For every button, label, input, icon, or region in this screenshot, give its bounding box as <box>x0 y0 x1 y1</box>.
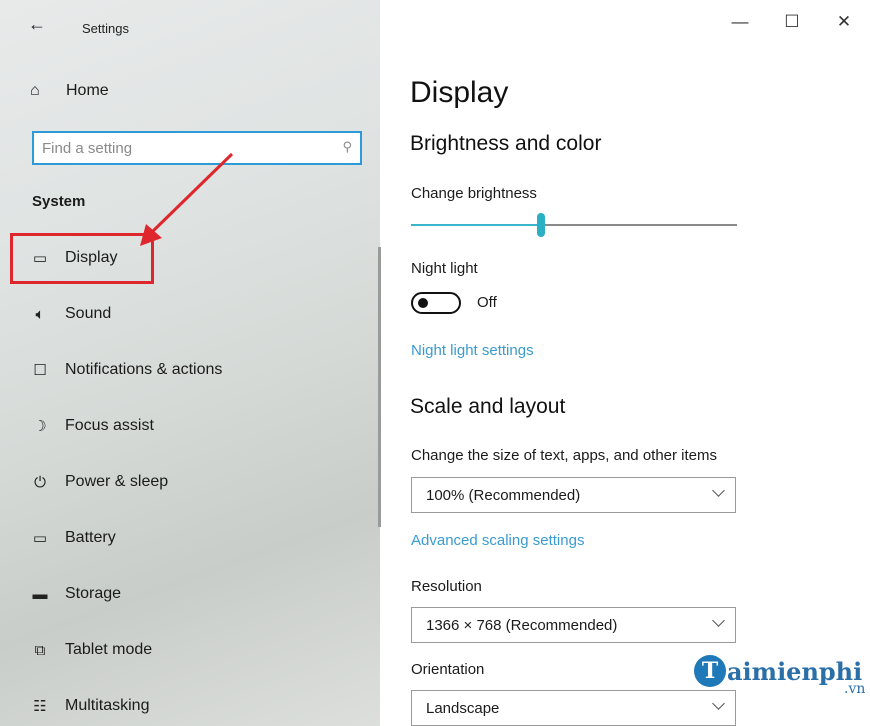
sidebar-item-label: Tablet mode <box>65 641 153 658</box>
chevron-down-icon <box>712 484 725 497</box>
brightness-slider[interactable] <box>411 213 737 237</box>
scale-section-title: Scale and layout <box>410 395 566 418</box>
brightness-section-title: Brightness and color <box>410 132 602 155</box>
home-nav-item[interactable]: ⌂ Home <box>30 82 109 100</box>
resolution-label: Resolution <box>411 578 482 595</box>
night-light-state: Off <box>477 294 497 311</box>
night-light-settings-link[interactable]: Night light settings <box>411 342 534 359</box>
storage-icon: ▬ <box>32 585 48 603</box>
watermark-text: aimienphi <box>727 656 863 686</box>
orientation-label: Orientation <box>411 661 485 678</box>
sidebar-item-label: Multitasking <box>65 697 150 714</box>
sidebar-item-tablet-mode[interactable]: ⧉ Tablet mode <box>0 622 380 678</box>
watermark-logo: T aimienphi .vn <box>694 655 865 697</box>
sidebar-item-battery[interactable]: ▭ Battery <box>0 510 380 566</box>
sidebar: ← Settings ⌂ Home ⚲ System ▭ Display 🔈︎ … <box>0 0 381 726</box>
toggle-knob <box>418 298 428 308</box>
notification-icon: ☐ <box>33 362 47 379</box>
search-box[interactable]: ⚲ <box>32 131 362 165</box>
slider-fill <box>411 224 541 226</box>
sidebar-item-display[interactable]: ▭ Display <box>0 230 380 286</box>
sidebar-item-label: Display <box>65 249 118 266</box>
sidebar-item-sound[interactable]: 🔈︎ Sound <box>0 286 380 342</box>
speaker-icon: 🔈︎ <box>35 305 45 323</box>
title-bar: ← Settings <box>0 0 380 58</box>
back-arrow-icon[interactable]: ← <box>28 14 46 35</box>
sidebar-nav: ▭ Display 🔈︎ Sound ☐ Notifications & act… <box>0 230 380 726</box>
close-icon[interactable]: ✕ <box>818 12 870 32</box>
night-light-label: Night light <box>411 260 478 277</box>
scale-dropdown[interactable]: 100% (Recommended) <box>411 477 736 513</box>
chevron-down-icon <box>712 614 725 627</box>
brightness-label: Change brightness <box>411 185 537 202</box>
search-icon[interactable]: ⚲ <box>342 139 352 155</box>
multitasking-icon: ☷ <box>33 698 47 715</box>
app-title: Settings <box>82 21 129 36</box>
scale-value: 100% (Recommended) <box>426 486 581 504</box>
watermark-letter: T <box>694 655 726 687</box>
slider-thumb[interactable] <box>537 213 545 237</box>
sidebar-item-label: Focus assist <box>65 417 154 434</box>
sidebar-item-notifications[interactable]: ☐ Notifications & actions <box>0 342 380 398</box>
sidebar-item-focus-assist[interactable]: ☽ Focus assist <box>0 398 380 454</box>
tablet-icon: ⧉ <box>34 641 46 659</box>
sidebar-item-power-sleep[interactable]: ⏻ Power & sleep <box>0 454 380 510</box>
maximize-icon[interactable]: ☐ <box>766 12 818 32</box>
battery-icon: ▭ <box>32 530 48 547</box>
sidebar-item-label: Sound <box>65 305 112 322</box>
sidebar-item-label: Power & sleep <box>65 473 169 490</box>
scale-label: Change the size of text, apps, and other… <box>411 447 718 464</box>
advanced-scaling-link[interactable]: Advanced scaling settings <box>411 532 584 549</box>
orientation-value: Landscape <box>426 699 500 717</box>
sidebar-item-multitasking[interactable]: ☷ Multitasking <box>0 678 380 726</box>
section-title-system: System <box>32 193 86 210</box>
minimize-icon[interactable]: — <box>714 12 766 32</box>
night-light-toggle[interactable] <box>411 292 461 314</box>
moon-icon: ☽ <box>33 418 47 435</box>
sidebar-item-label: Storage <box>65 585 122 602</box>
power-icon: ⏻ <box>34 473 46 491</box>
page-title: Display <box>410 76 509 109</box>
resolution-value: 1366 × 768 (Recommended) <box>426 616 618 634</box>
monitor-icon: ▭ <box>32 250 48 267</box>
home-icon: ⌂ <box>30 82 40 99</box>
window-controls: — ☐ ✕ <box>714 12 870 32</box>
orientation-dropdown[interactable]: Landscape <box>411 690 736 726</box>
search-input[interactable] <box>34 133 324 163</box>
sidebar-item-label: Battery <box>65 529 116 546</box>
home-label: Home <box>66 82 109 99</box>
main-panel: — ☐ ✕ Display Brightness and color Chang… <box>381 0 870 726</box>
resolution-dropdown[interactable]: 1366 × 768 (Recommended) <box>411 607 736 643</box>
watermark-suffix: .vn <box>844 681 866 697</box>
sidebar-item-label: Notifications & actions <box>65 361 223 378</box>
sidebar-item-storage[interactable]: ▬ Storage <box>0 566 380 622</box>
chevron-down-icon <box>712 697 725 710</box>
